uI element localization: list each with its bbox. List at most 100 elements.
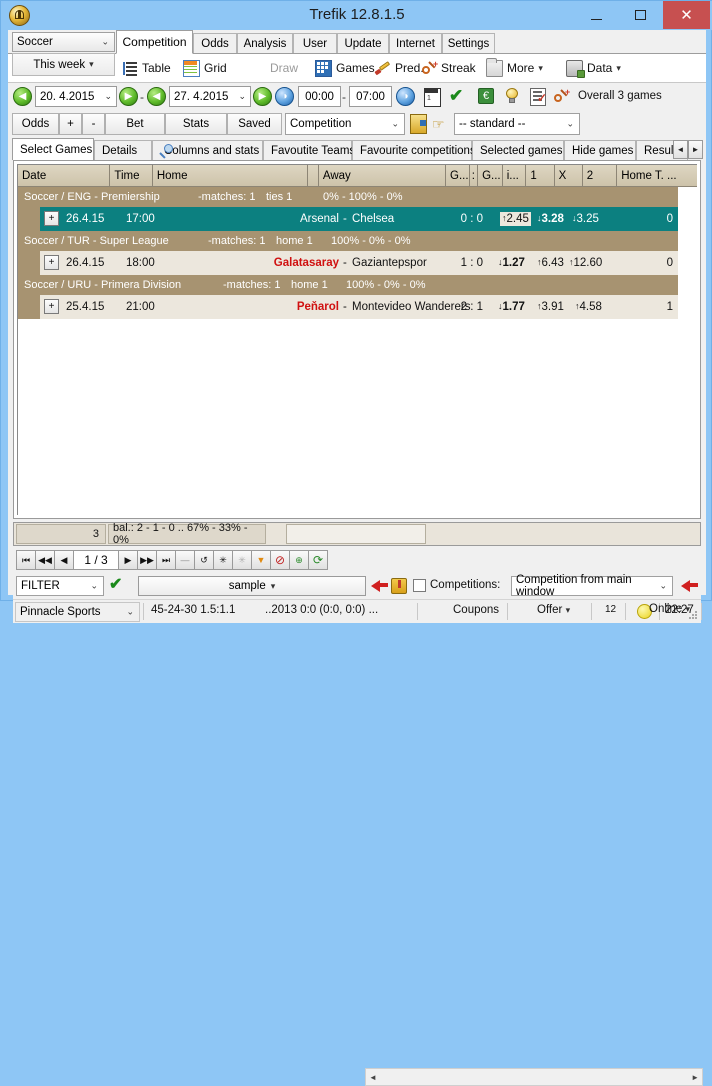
tab-odds[interactable]: Odds <box>193 33 237 53</box>
tab-details[interactable]: Details <box>94 140 152 160</box>
row-expander-button[interactable]: + <box>44 255 59 270</box>
tab-internet[interactable]: Internet <box>389 33 442 53</box>
odds-button[interactable]: Odds <box>12 113 59 135</box>
sample-dropdown[interactable]: sample ▾ <box>138 576 366 596</box>
delete-record-button[interactable]: — <box>175 550 195 570</box>
table-row[interactable]: + 26.4.15 17:00 Arsenal - Chelsea 0 : 0 … <box>18 207 678 231</box>
cell-odd-1[interactable]: ↓1.77 <box>498 301 525 313</box>
time-from-input[interactable]: 00:00 <box>298 86 341 107</box>
tab-settings[interactable]: Settings <box>442 33 495 53</box>
group-header-row[interactable]: Soccer / ENG - Premiership -matches: 1 t… <box>18 187 678 207</box>
cell-odd-1[interactable]: ↓1.27 <box>498 257 525 269</box>
add-record-button[interactable]: ⊕ <box>289 550 309 570</box>
red-arrow-right-icon[interactable] <box>681 580 690 592</box>
asterisk-gray-button[interactable]: ✳ <box>232 550 252 570</box>
date-to-input[interactable]: 27. 4.2015 ⌄ <box>169 86 251 107</box>
reload-button[interactable]: ⟳ <box>308 550 328 570</box>
pointing-hand-icon[interactable]: ☞ <box>432 117 445 131</box>
table-row[interactable]: + 25.4.15 21:00 Peňarol - Montevideo Wan… <box>18 295 678 319</box>
time-from-clock-button[interactable]: ◑ <box>275 87 294 106</box>
toolbar-table-button[interactable]: Table <box>123 56 171 80</box>
column-header-colon[interactable]: : <box>470 165 478 187</box>
magnifier-plus-icon[interactable]: + <box>554 89 569 104</box>
euro-icon[interactable]: € <box>478 88 494 104</box>
scroll-right-icon[interactable]: ► <box>688 1073 702 1082</box>
funnel-icon-button[interactable]: ▼ <box>251 550 271 570</box>
filter-select[interactable]: FILTER ⌄ <box>16 576 104 596</box>
date-from-prev-button[interactable]: ◀ <box>13 87 32 106</box>
column-header-home-t[interactable]: Home T. ... <box>617 165 697 187</box>
nav-prev-button[interactable]: ◀ <box>54 550 74 570</box>
asterisk-button[interactable]: ✳ <box>213 550 233 570</box>
export-icon[interactable] <box>410 114 427 134</box>
cell-odd-2[interactable]: ↑4.58 <box>575 301 602 313</box>
close-button[interactable]: ✕ <box>663 1 710 29</box>
time-to-clock-button[interactable]: ◑ <box>396 87 415 106</box>
row-expander-button[interactable]: + <box>44 299 59 314</box>
column-header-odd-1[interactable]: 1 <box>526 165 554 187</box>
toolbar-data-button[interactable]: Data ▾ <box>566 56 621 80</box>
toolbar-pred-button[interactable]: Pred. <box>374 56 424 80</box>
decrement-button[interactable]: - <box>82 113 105 135</box>
minimize-button[interactable] <box>574 1 618 29</box>
bookmaker-select[interactable]: Pinnacle Sports ⌄ <box>15 602 140 622</box>
refresh-icon-button[interactable]: ↺ <box>194 550 214 570</box>
calendar-icon[interactable] <box>424 88 441 107</box>
tab-selected-games[interactable]: Selected games <box>472 140 564 160</box>
column-header-odd-x[interactable]: X <box>555 165 583 187</box>
nav-last-button[interactable]: ⏭ <box>156 550 176 570</box>
nav-next-page-button[interactable]: ▶▶ <box>137 550 157 570</box>
tab-user[interactable]: User <box>293 33 337 53</box>
form-check-icon[interactable] <box>530 88 546 106</box>
online-status[interactable]: Online ▾ <box>649 603 690 615</box>
toolbar-games-button[interactable]: Games <box>315 56 375 80</box>
saved-button[interactable]: Saved <box>227 113 282 135</box>
column-header-info[interactable]: i... <box>503 165 527 187</box>
date-from-next-button[interactable]: ▶ <box>119 87 138 106</box>
offer-label[interactable]: Offer ▾ <box>537 604 570 616</box>
tab-hide-games[interactable]: Hide games <box>564 140 636 160</box>
column-header-odd-2[interactable]: 2 <box>583 165 617 187</box>
tab-scroll-right-button[interactable]: ► <box>688 140 703 159</box>
tab-columns-and-stats[interactable]: Columns and stats <box>152 140 263 160</box>
tab-competition[interactable]: Competition <box>116 30 193 54</box>
column-header-goals-home[interactable]: G... <box>446 165 470 187</box>
games-grid[interactable]: Date Time Home Away G... : G... i... 1 X… <box>17 164 697 515</box>
filter-apply-check-icon[interactable]: ✔ <box>109 577 122 593</box>
toolbar-more-button[interactable]: More ▾ <box>486 56 543 80</box>
book-icon[interactable] <box>391 578 407 594</box>
competition-select[interactable]: Competition ⌄ <box>285 113 405 135</box>
bulb-icon[interactable] <box>505 88 519 104</box>
nav-first-button[interactable]: ⏮ <box>16 550 36 570</box>
tab-favourite-teams[interactable]: Favoutite Teams <box>263 140 352 160</box>
nav-next-button[interactable]: ▶ <box>118 550 138 570</box>
cell-odd-x[interactable]: ↑6.43 <box>537 257 564 269</box>
toolbar-draw-button[interactable]: Draw <box>270 56 298 80</box>
cancel-icon-button[interactable]: ⊘ <box>270 550 290 570</box>
column-header-spacer[interactable] <box>308 165 319 187</box>
competitions-checkbox[interactable] <box>413 579 426 592</box>
tab-update[interactable]: Update <box>337 33 389 53</box>
group-header-row[interactable]: Soccer / URU - Primera Division -matches… <box>18 275 678 295</box>
column-header-home[interactable]: Home <box>153 165 308 187</box>
coupons-label[interactable]: Coupons <box>453 604 499 616</box>
nav-prev-page-button[interactable]: ◀◀ <box>35 550 55 570</box>
date-to-next-button[interactable]: ▶ <box>253 87 272 106</box>
date-to-prev-button[interactable]: ◀ <box>147 87 166 106</box>
toolbar-grid-button[interactable]: Grid <box>183 56 227 80</box>
red-arrow-left-icon[interactable] <box>371 580 380 592</box>
column-header-date[interactable]: Date <box>18 165 110 187</box>
column-header-time[interactable]: Time <box>110 165 152 187</box>
bet-button[interactable]: Bet <box>105 113 165 135</box>
cell-odd-x[interactable]: ↓3.28 <box>537 213 564 225</box>
tab-analysis[interactable]: Analysis <box>237 33 293 53</box>
row-expander-button[interactable]: + <box>44 211 59 226</box>
maximize-button[interactable] <box>618 1 662 29</box>
standard-select[interactable]: -- standard -- ⌄ <box>454 113 580 135</box>
date-from-input[interactable]: 20. 4.2015 ⌄ <box>35 86 117 107</box>
tab-select-games[interactable]: Select Games <box>12 138 94 160</box>
resize-grip[interactable] <box>689 611 699 621</box>
sport-select[interactable]: Soccer ⌄ <box>12 32 115 52</box>
tab-scroll-left-button[interactable]: ◄ <box>673 140 688 159</box>
cell-odd-x[interactable]: ↑3.91 <box>537 301 564 313</box>
